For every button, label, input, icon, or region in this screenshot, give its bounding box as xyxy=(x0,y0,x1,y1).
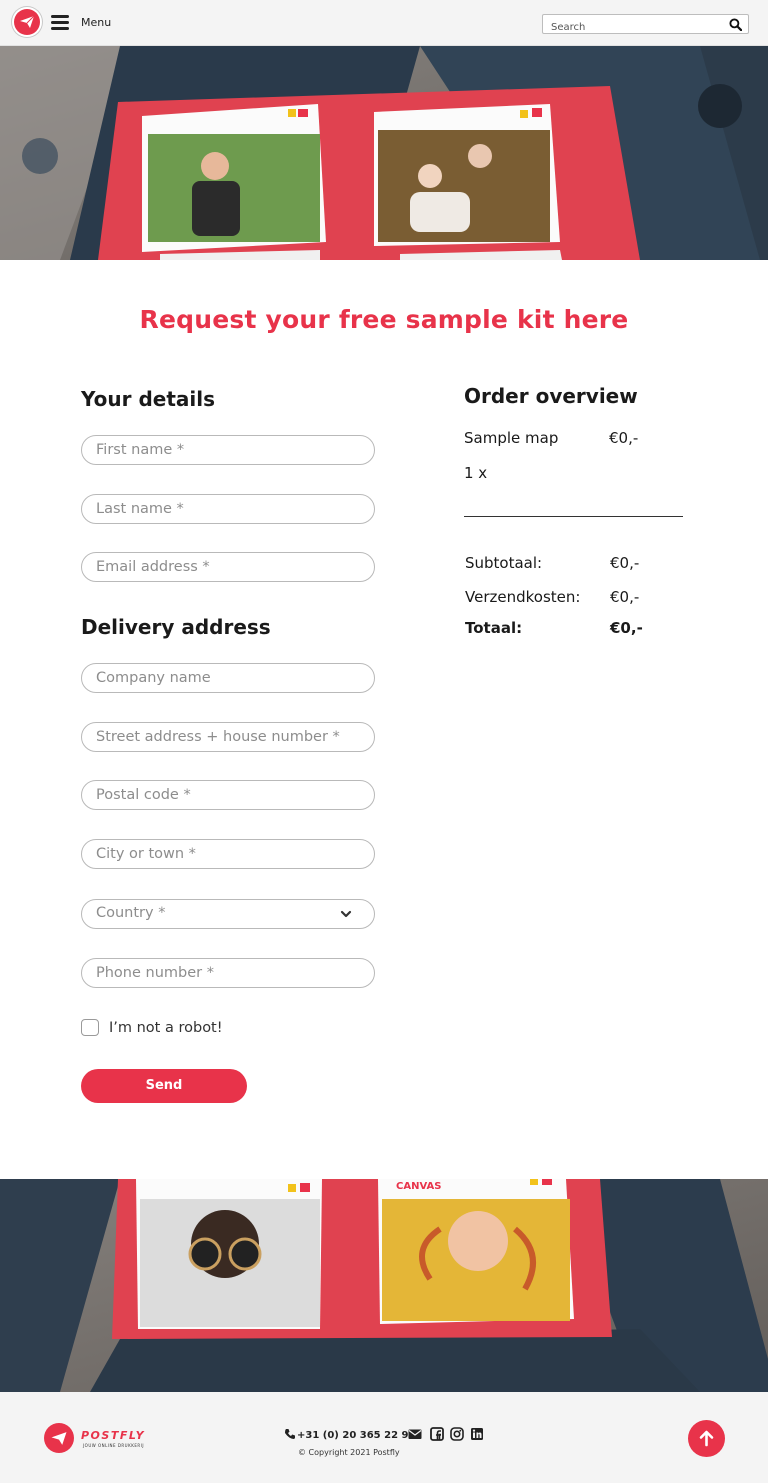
delivery-address-heading: Delivery address xyxy=(81,615,271,639)
svg-text:CANVAS: CANVAS xyxy=(396,1181,441,1192)
footer-phone[interactable]: +31 (0) 20 365 22 93 xyxy=(284,1428,415,1441)
back-to-top-button[interactable] xyxy=(688,1420,725,1457)
last-name-field xyxy=(81,494,375,524)
footer-tagline: JOUW ONLINE DRUKKERIJ xyxy=(83,1443,145,1448)
search-icon[interactable] xyxy=(729,18,742,31)
footer-phone-number: +31 (0) 20 365 22 93 xyxy=(297,1430,416,1441)
chevron-down-icon xyxy=(340,910,352,918)
postal-code-input[interactable] xyxy=(82,781,374,809)
first-name-field xyxy=(81,435,375,465)
phone-input[interactable] xyxy=(82,959,374,987)
footer: POSTFLY JOUW ONLINE DRUKKERIJ +31 (0) 20… xyxy=(0,1392,768,1483)
your-details-heading: Your details xyxy=(81,387,216,411)
phone-icon xyxy=(285,1429,295,1439)
search-input[interactable] xyxy=(543,18,713,37)
email-field xyxy=(81,552,375,582)
page-title: Request your free sample kit here xyxy=(139,305,629,334)
street-input[interactable] xyxy=(82,723,374,751)
city-field xyxy=(81,839,375,869)
hamburger-icon[interactable] xyxy=(51,15,69,30)
hero-sample-kit-image xyxy=(0,46,768,260)
total-label: Totaal: xyxy=(465,619,523,637)
robot-checkbox[interactable] xyxy=(81,1019,99,1036)
footer-logo-icon[interactable] xyxy=(44,1423,74,1453)
robot-label: I’m not a robot! xyxy=(109,1020,223,1036)
last-name-input[interactable] xyxy=(82,495,374,523)
send-button[interactable]: Send xyxy=(81,1069,247,1103)
hero-sample-folder-image: CANVAS xyxy=(0,1179,768,1392)
linkedin-icon[interactable] xyxy=(470,1427,484,1441)
country-select[interactable]: Country * xyxy=(81,899,375,929)
city-input[interactable] xyxy=(82,840,374,868)
top-header: Menu xyxy=(0,0,768,46)
company-field xyxy=(81,663,375,693)
order-overview-heading: Order overview xyxy=(464,384,638,408)
shipping-label: Verzendkosten: xyxy=(465,588,581,606)
company-input[interactable] xyxy=(82,664,374,692)
order-item-quantity: 1 x xyxy=(464,464,488,482)
street-field xyxy=(81,722,375,752)
footer-copyright: © Copyright 2021 Postfly xyxy=(298,1448,400,1457)
order-divider xyxy=(464,516,683,517)
first-name-input[interactable] xyxy=(82,436,374,464)
phone-field xyxy=(81,958,375,988)
envelope-icon[interactable] xyxy=(408,1427,422,1441)
total-value: €0,- xyxy=(610,619,643,637)
facebook-icon[interactable] xyxy=(430,1427,444,1441)
shipping-value: €0,- xyxy=(610,588,640,606)
country-select-value: Country * xyxy=(96,905,166,921)
email-input[interactable] xyxy=(82,553,374,581)
robot-check: I’m not a robot! xyxy=(81,1018,281,1040)
subtotal-label: Subtotaal: xyxy=(465,554,543,572)
order-item-price: €0,- xyxy=(609,429,639,447)
postfly-logo-icon[interactable] xyxy=(14,9,40,35)
footer-brand: POSTFLY xyxy=(81,1429,146,1442)
order-item-name: Sample map xyxy=(464,429,559,447)
menu-label[interactable]: Menu xyxy=(81,16,111,29)
arrow-up-icon xyxy=(699,1430,714,1447)
search-box xyxy=(542,14,749,37)
instagram-icon[interactable] xyxy=(450,1427,464,1441)
postal-code-field xyxy=(81,780,375,810)
subtotal-value: €0,- xyxy=(610,554,640,572)
